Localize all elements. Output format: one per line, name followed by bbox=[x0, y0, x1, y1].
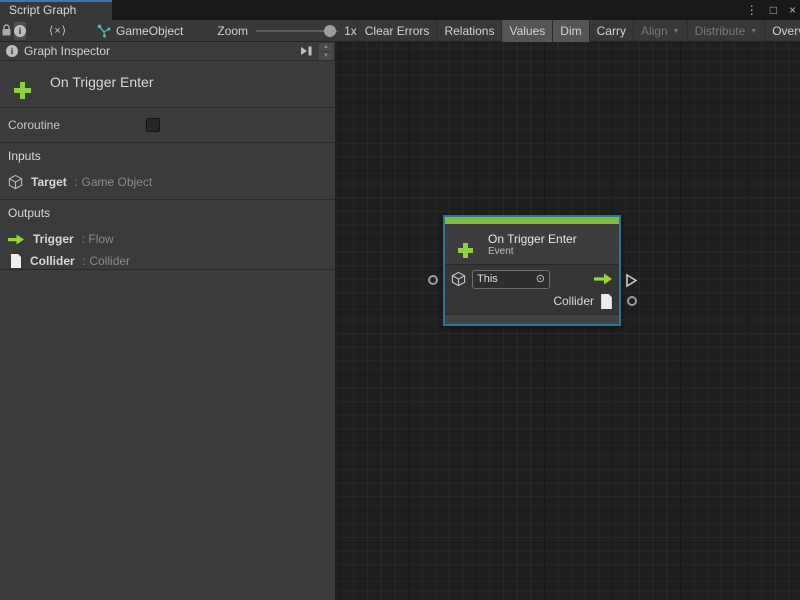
dock-icon[interactable] bbox=[299, 45, 313, 57]
flow-arrow-icon bbox=[8, 234, 25, 245]
node-color-bar bbox=[445, 217, 619, 224]
output-row-trigger: Trigger : Flow bbox=[8, 228, 327, 250]
graph-inspector-header: i Graph Inspector ▲ ▼ bbox=[0, 42, 335, 61]
zoom-slider[interactable] bbox=[256, 25, 338, 37]
node-on-trigger-enter[interactable]: On Trigger Enter Event This bbox=[443, 215, 621, 326]
title-bar: Script Graph ⋮ □ × bbox=[0, 0, 800, 20]
document-icon bbox=[600, 294, 613, 309]
unity-visual-scripting-window: Script Graph ⋮ □ × i ⟨×⟩ bbox=[0, 0, 800, 600]
outputs-section: Outputs Trigger : Flow bbox=[0, 200, 335, 270]
unit-header: On Trigger Enter bbox=[0, 61, 335, 108]
node-footer bbox=[445, 314, 619, 324]
target-object-field[interactable]: This ⊙ bbox=[472, 270, 550, 289]
relations-button[interactable]: Relations bbox=[437, 20, 502, 42]
node-body: This ⊙ Collider bbox=[445, 264, 619, 314]
code-view-icon[interactable]: ⟨×⟩ bbox=[49, 24, 67, 37]
graph-toolbar: i ⟨×⟩ GameObject Zoom 1x bbox=[0, 20, 800, 42]
inspector-toggle-button[interactable]: i bbox=[14, 22, 26, 40]
breadcrumb[interactable]: GameObject bbox=[97, 24, 183, 38]
node-title: On Trigger Enter bbox=[488, 232, 577, 246]
coroutine-label: Coroutine bbox=[8, 118, 60, 132]
object-picker-icon[interactable]: ⊙ bbox=[536, 274, 545, 285]
maximize-icon[interactable]: □ bbox=[770, 3, 777, 17]
target-field-value: This bbox=[477, 273, 498, 285]
cube-icon bbox=[8, 174, 23, 190]
document-icon bbox=[10, 254, 22, 268]
inspector-empty-area bbox=[0, 270, 335, 600]
input-row-target: Target : Game Object bbox=[8, 171, 327, 193]
tab-script-graph[interactable]: Script Graph bbox=[0, 0, 112, 20]
collider-port-label: Collider bbox=[553, 294, 594, 308]
values-button[interactable]: Values bbox=[502, 20, 553, 42]
inputs-section: Inputs Target : Game Object bbox=[0, 143, 335, 200]
node-header[interactable]: On Trigger Enter Event bbox=[445, 224, 619, 264]
event-icon bbox=[8, 68, 38, 98]
scroll-up-icon[interactable]: ▲ bbox=[319, 43, 333, 51]
scroll-spinners: ▲ ▼ bbox=[319, 43, 333, 60]
tab-label: Script Graph bbox=[9, 3, 76, 17]
inputs-header: Inputs bbox=[8, 149, 327, 163]
event-icon bbox=[453, 231, 479, 257]
window-controls: ⋮ □ × bbox=[746, 0, 796, 20]
carry-button[interactable]: Carry bbox=[590, 20, 634, 42]
output-port-collider[interactable] bbox=[627, 296, 637, 306]
cube-icon bbox=[451, 271, 466, 287]
close-icon[interactable]: × bbox=[789, 3, 796, 17]
node-subtitle: Event bbox=[488, 246, 577, 257]
output-row-collider: Collider : Collider bbox=[8, 250, 327, 272]
output-port-trigger[interactable] bbox=[625, 273, 638, 288]
info-icon: i bbox=[14, 25, 26, 37]
distribute-dropdown[interactable]: Distribute ▼ bbox=[688, 20, 766, 42]
graph-canvas[interactable]: On Trigger Enter Event This bbox=[336, 42, 800, 600]
target-port-row: This ⊙ bbox=[451, 268, 613, 290]
align-dropdown[interactable]: Align ▼ bbox=[634, 20, 688, 42]
collider-port-row: Collider bbox=[451, 290, 613, 312]
chevron-down-icon: ▼ bbox=[673, 28, 680, 35]
info-icon: i bbox=[6, 45, 18, 57]
chevron-down-icon: ▼ bbox=[750, 28, 757, 35]
outputs-header: Outputs bbox=[8, 206, 327, 220]
lock-icon bbox=[1, 24, 12, 37]
coroutine-setting: Coroutine bbox=[0, 108, 335, 143]
breadcrumb-label: GameObject bbox=[116, 24, 183, 38]
flow-arrow-icon bbox=[592, 273, 613, 285]
dim-button[interactable]: Dim bbox=[553, 20, 589, 42]
lock-button[interactable] bbox=[1, 22, 12, 40]
clear-errors-button[interactable]: Clear Errors bbox=[357, 20, 438, 42]
panel-title: Graph Inspector bbox=[24, 44, 299, 58]
overview-button[interactable]: Overv bbox=[765, 20, 800, 42]
unit-title: On Trigger Enter bbox=[50, 74, 154, 100]
scroll-down-icon[interactable]: ▼ bbox=[319, 52, 333, 60]
zoom-control: Zoom 1x bbox=[217, 24, 356, 38]
zoom-label: Zoom bbox=[217, 24, 248, 38]
input-port-target[interactable] bbox=[428, 275, 438, 285]
menu-icon[interactable]: ⋮ bbox=[746, 3, 758, 17]
script-graph-icon bbox=[97, 24, 111, 38]
zoom-value: 1x bbox=[344, 24, 357, 38]
graph-inspector-panel: i Graph Inspector ▲ ▼ On bbox=[0, 42, 336, 600]
zoom-slider-handle[interactable] bbox=[324, 25, 336, 37]
coroutine-checkbox[interactable] bbox=[146, 118, 160, 132]
